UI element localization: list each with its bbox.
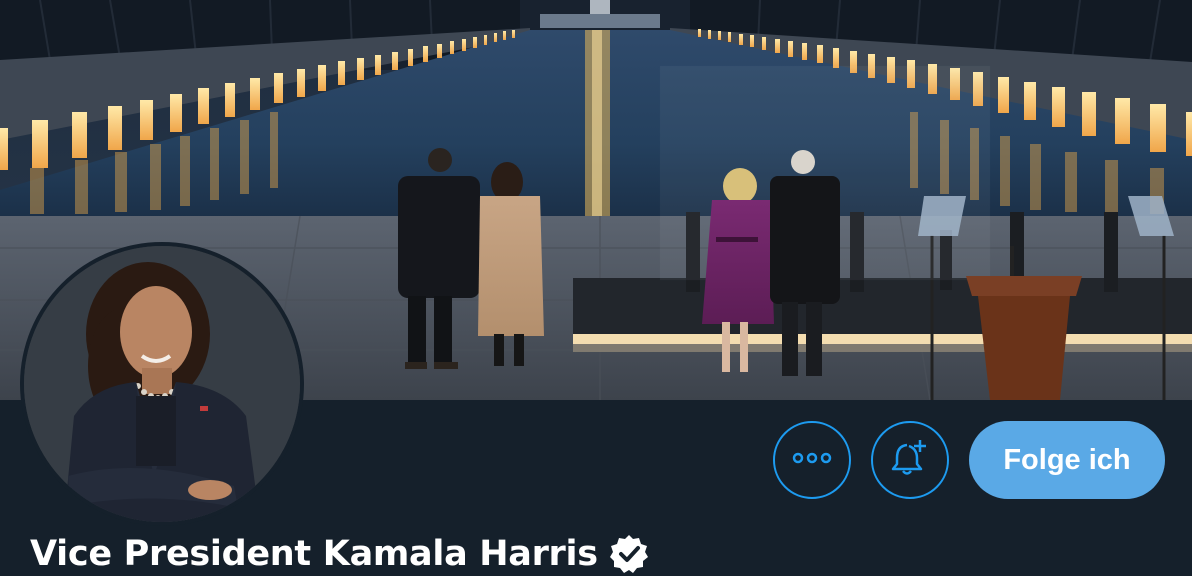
bell-plus-icon bbox=[890, 438, 930, 483]
verified-badge-icon bbox=[608, 533, 650, 575]
profile-avatar[interactable] bbox=[20, 242, 304, 526]
profile-page: Folge ich Vice President Kamala Harris bbox=[0, 0, 1192, 576]
more-horizontal-icon bbox=[792, 451, 832, 469]
following-button[interactable]: Folge ich bbox=[969, 421, 1165, 499]
profile-display-name: Vice President Kamala Harris bbox=[30, 534, 598, 574]
turn-on-notifications-button[interactable] bbox=[871, 421, 949, 499]
profile-name-row: Vice President Kamala Harris bbox=[30, 528, 650, 576]
more-options-button[interactable] bbox=[773, 421, 851, 499]
